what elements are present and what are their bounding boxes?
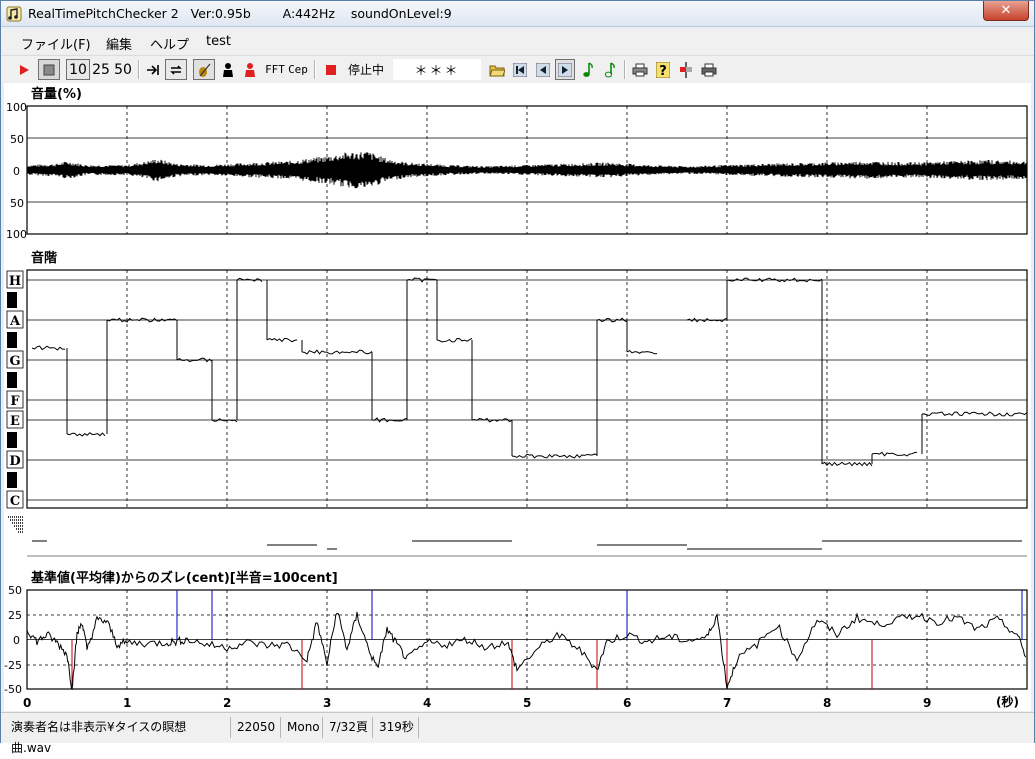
menu-edit[interactable]: 編集	[106, 34, 132, 53]
status-bar: 演奏者名は非表示¥タイスの瞑想曲.wav 22050 Mono 7/32頁 31…	[1, 712, 1034, 755]
plot-area[interactable]: 音量(%) 100 50 0 50 100 音階 HAGFEDC 基準値(平均律…	[4, 83, 1031, 711]
open-folder-icon[interactable]	[487, 59, 507, 80]
x-tick-label: 0	[23, 696, 31, 710]
note-display: ＊＊＊	[393, 59, 481, 80]
scale-title: 音階	[31, 250, 57, 266]
status-file: 演奏者名は非表示¥タイスの瞑想曲.wav	[7, 717, 231, 755]
note-label-A: A	[9, 314, 21, 329]
menu-file[interactable]: ファイル(F)	[21, 34, 91, 53]
menu-bar: ファイル(F) 編集 ヘルプ test	[1, 29, 1034, 54]
player-red-icon[interactable]	[240, 59, 260, 80]
zoom-25-button[interactable]: 25	[91, 59, 111, 80]
note-label-D: D	[9, 454, 20, 469]
menu-test[interactable]: test	[206, 34, 231, 49]
note-label-F: F	[10, 394, 20, 409]
note-label-E: E	[10, 414, 20, 429]
x-axis-ticks: 0 1 2 3 4 5 6 7 8 9	[23, 696, 931, 710]
x-tick-label: 4	[423, 696, 431, 710]
cent-tick-25: 25	[8, 609, 22, 622]
print-2-icon[interactable]	[699, 59, 719, 80]
cent-tick-50: 50	[8, 584, 22, 597]
stop-icon[interactable]	[38, 59, 60, 80]
svg-text:?: ?	[659, 64, 667, 78]
x-unit-label: (秒)	[996, 694, 1019, 709]
volume-tick-50-top: 50	[10, 133, 24, 146]
print-icon[interactable]	[630, 59, 650, 80]
zoom-10-button[interactable]: 10	[66, 59, 90, 80]
window-title: RealTimePitchChecker 2 Ver:0.95b A:442Hz…	[28, 6, 452, 21]
key-black	[7, 292, 17, 308]
scale-frame	[26, 269, 1028, 509]
cep-button[interactable]: Cep	[287, 59, 309, 80]
x-tick-label: 3	[323, 696, 331, 710]
jump-end-icon[interactable]	[143, 59, 163, 80]
plots-canvas[interactable]: 音量(%) 100 50 0 50 100 音階 HAGFEDC 基準値(平均律…	[4, 83, 1031, 711]
volume-tick-50-bottom: 50	[10, 197, 24, 210]
loop-icon[interactable]	[165, 59, 187, 80]
key-black	[7, 332, 17, 348]
x-tick-label: 7	[723, 696, 731, 710]
app-window: RealTimePitchChecker 2 Ver:0.95b A:442Hz…	[0, 0, 1035, 755]
note-green-icon[interactable]	[579, 59, 597, 80]
x-tick-label: 6	[623, 696, 631, 710]
cent-tick-0: 0	[13, 634, 20, 647]
fft-button[interactable]: FFT	[264, 59, 286, 80]
volume-title: 音量(%)	[31, 86, 82, 102]
status-channels: Mono	[283, 717, 323, 738]
key-black	[7, 432, 17, 448]
violin-icon[interactable]	[193, 59, 215, 80]
title-bar[interactable]: RealTimePitchChecker 2 Ver:0.95b A:442Hz…	[1, 1, 1034, 27]
key-black	[7, 472, 17, 488]
note-green-2-icon[interactable]	[601, 59, 619, 80]
play-icon[interactable]	[14, 59, 34, 80]
help-icon[interactable]: ?	[653, 59, 673, 80]
record-icon[interactable]	[323, 59, 339, 80]
scale-panel: H A G FE D C	[6, 269, 1028, 557]
cent-panel	[26, 589, 1028, 691]
player-icon[interactable]	[218, 59, 238, 80]
x-tick-label: 2	[223, 696, 231, 710]
x-tick-label: 1	[123, 696, 131, 710]
note-label-G: G	[9, 354, 20, 369]
volume-tick-0: 0	[13, 165, 20, 178]
close-button[interactable]: ✕	[983, 1, 1029, 21]
note-label-H: H	[9, 274, 21, 289]
zoom-50-button[interactable]: 50	[113, 59, 133, 80]
volume-tick-100-top: 100	[6, 101, 27, 114]
cent-tick-m50: -50	[4, 683, 22, 696]
x-tick-label: 5	[523, 696, 531, 710]
app-icon	[6, 6, 22, 22]
cent-title: 基準値(平均律)からのズレ(cent)[半音=100cent]	[30, 570, 338, 586]
menu-help[interactable]: ヘルプ	[150, 34, 189, 53]
first-page-icon[interactable]	[510, 59, 530, 80]
status-duration: 319秒	[375, 717, 419, 738]
note-label-C: C	[10, 494, 20, 509]
x-tick-label: 8	[823, 696, 831, 710]
cent-tick-m25: -25	[4, 659, 22, 672]
toolbar: 10 25 50 FFT Cep 停止中 ＊＊＊ ?	[1, 55, 1034, 82]
next-page-icon[interactable]	[555, 59, 575, 80]
key-black	[7, 372, 17, 388]
volume-tick-100-bottom: 100	[6, 228, 27, 241]
prev-page-icon[interactable]	[533, 59, 553, 80]
volume-panel	[26, 105, 1028, 235]
status-page: 7/32頁	[325, 717, 373, 738]
status-rate: 22050	[233, 717, 281, 738]
x-tick-label: 9	[923, 696, 931, 710]
marker-icon[interactable]	[676, 59, 696, 80]
status-label: 停止中	[347, 63, 384, 77]
